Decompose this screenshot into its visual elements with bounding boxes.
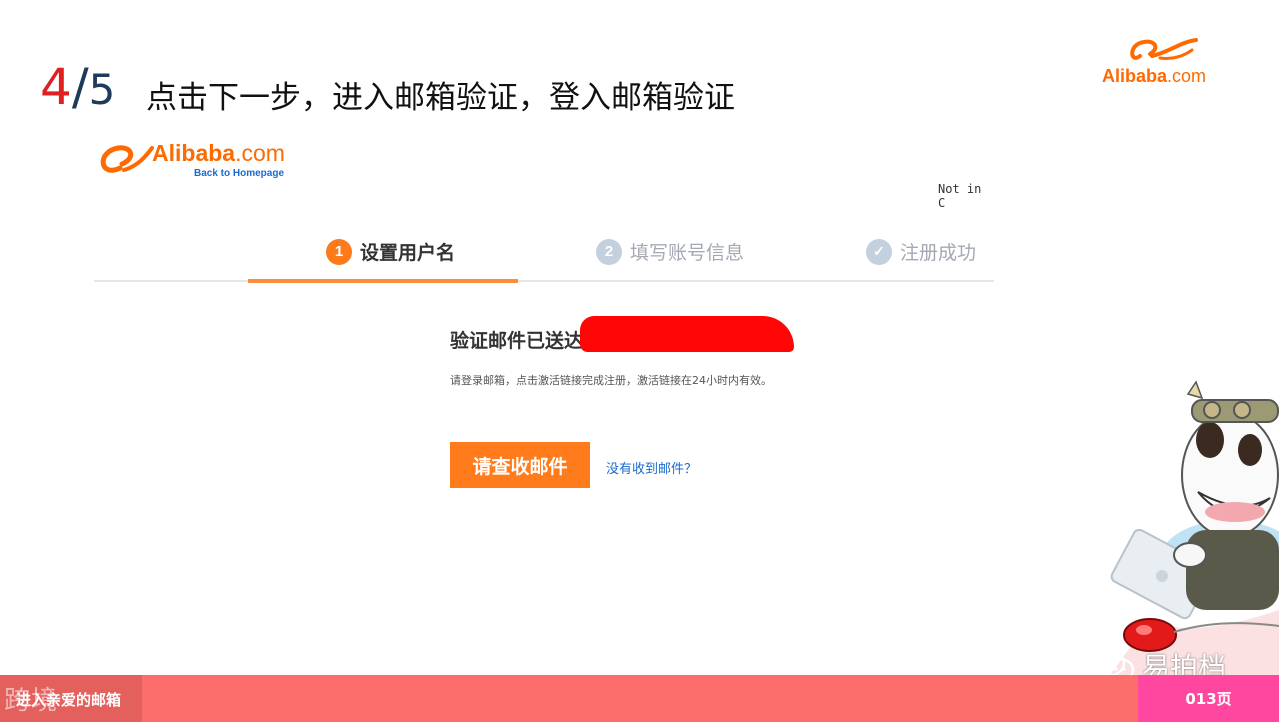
active-step-indicator [248,279,518,283]
check-mail-button[interactable]: 请查收邮件 [450,442,590,488]
registration-screenshot: Alibaba.com Back to Homepage Not in C 1 … [94,138,994,498]
email-sent-message: 验证邮件已送达 [450,330,584,352]
step-register-success: ✓ 注册成功 [866,238,976,265]
corner-logo-domain: .com [1167,66,1207,86]
redacted-email [580,316,794,352]
alibaba-swoosh-icon [1130,38,1198,60]
alibaba-swoosh-icon [100,145,154,173]
check-icon: ✓ [866,238,892,265]
step-fill-account-info: 2 填写账号信息 [596,238,744,265]
step-total: 5 [88,65,116,114]
alibaba-corner-logo: Alibaba.com [1100,34,1240,90]
activation-hint: 请登录邮箱，点击激活链接完成注册，激活链接在24小时内有效。 [450,374,772,387]
corner-logo-brand: Alibaba [1102,66,1168,86]
slide-headline: 点击下一步，进入邮箱验证，登入邮箱验证 [146,80,735,116]
step-2-badge: 2 [596,238,622,265]
not-in-link[interactable]: Not in C [938,182,994,210]
cow-mascot-illustration [1110,380,1279,675]
inner-logo-brand: Alibaba [152,140,236,166]
inner-alibaba-logo[interactable]: Alibaba.com Back to Homepage [94,138,324,186]
page-number: 013页 [1138,675,1279,722]
not-received-link[interactable]: 没有收到邮件？ [606,458,697,477]
step-1-badge: 1 [326,238,352,265]
step-set-username: 1 设置用户名 [326,238,455,265]
footer-bar [0,675,1279,722]
progress-divider [94,280,994,282]
step-1-label: 设置用户名 [360,242,456,264]
corner-logo-text: Alibaba.com [1102,66,1206,87]
step-2-label: 填写账号信息 [630,242,745,264]
registration-progress: 1 设置用户名 2 填写账号信息 ✓ 注册成功 [94,230,994,284]
step-current: 4 [40,58,72,116]
inner-logo-text: Alibaba.com [152,140,285,167]
slide-step-counter: 4/5 [40,58,115,116]
inner-logo-domain: .com [235,140,285,166]
footer-left-text: 进入亲爱的邮箱 [16,691,122,709]
back-to-homepage-link[interactable]: Back to Homepage [194,168,284,179]
step-3-label: 注册成功 [900,242,977,264]
step-separator: / [71,58,89,116]
